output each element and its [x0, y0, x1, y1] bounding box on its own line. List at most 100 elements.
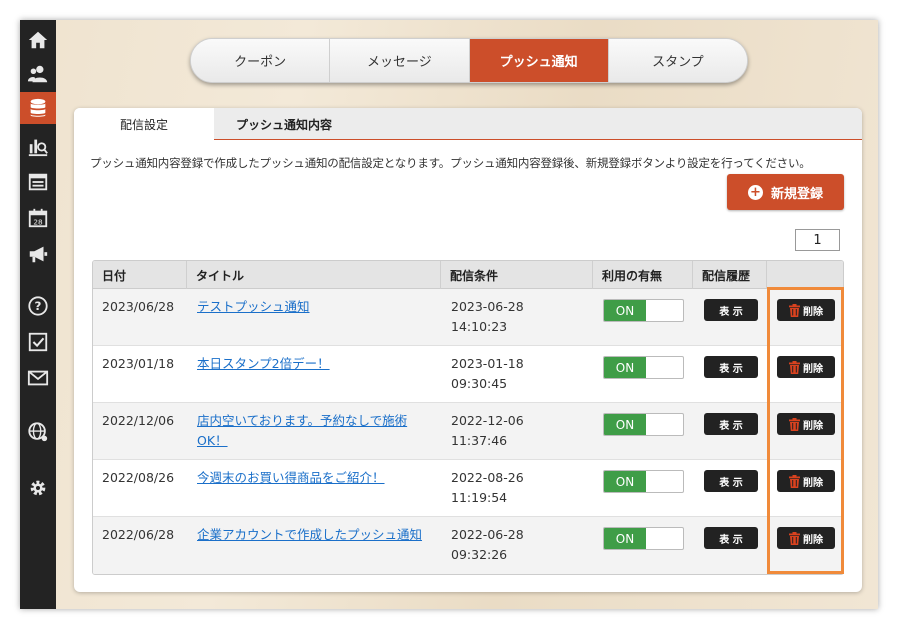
main-tabs: クーポン メッセージ プッシュ通知 スタンプ — [190, 38, 748, 83]
tab-coupon[interactable]: クーポン — [191, 39, 331, 82]
row-date: 2022/12/06 — [102, 413, 175, 428]
row-title-link[interactable]: 企業アカウントで作成したプッシュ通知 — [197, 527, 422, 542]
home-icon — [28, 31, 48, 49]
trash-icon — [789, 474, 800, 488]
sidebar-item-settings[interactable] — [20, 472, 56, 504]
row-title-link[interactable]: 本日スタンプ2倍デー！ — [197, 356, 330, 371]
globe-icon — [28, 422, 48, 442]
content-panel: 配信設定 プッシュ通知内容 プッシュ通知内容登録で作成したプッシュ通知の配信設定… — [74, 108, 862, 592]
sidebar-item-mail[interactable] — [20, 362, 56, 394]
tab-message[interactable]: メッセージ — [330, 39, 470, 82]
show-history-button[interactable]: 表 示 — [704, 527, 758, 549]
usage-toggle[interactable]: ON — [603, 527, 684, 550]
push-table: 日付 タイトル 配信条件 利用の有無 配信履歴 2023/06/28 テストプッ… — [92, 260, 844, 575]
header-usage: 利用の有無 — [593, 261, 693, 289]
new-register-label: 新規登録 — [770, 186, 823, 202]
row-title-link[interactable]: 今週末のお買い得商品をご紹介！ — [197, 470, 385, 485]
svg-text:28: 28 — [33, 217, 43, 226]
sidebar-item-news[interactable] — [20, 166, 56, 198]
table-row: 2023/06/28 テストプッシュ通知 2023-06-28 14:10:23 … — [93, 289, 843, 346]
new-register-button[interactable]: + 新規登録 — [727, 174, 844, 210]
row-condition: 2023-06-28 14:10:23 — [451, 299, 524, 334]
sidebar-item-analytics[interactable] — [20, 130, 56, 162]
sub-tabs: 配信設定 プッシュ通知内容 — [74, 108, 862, 140]
header-condition: 配信条件 — [441, 261, 593, 289]
delete-label: 削除 — [803, 420, 823, 432]
toggle-on-label: ON — [604, 471, 646, 492]
trash-icon — [789, 360, 800, 374]
delete-button[interactable]: 削除 — [777, 413, 835, 435]
row-title-link[interactable]: 店内空いております。予約なしで施術 OK！ — [197, 411, 407, 451]
trash-icon — [789, 417, 800, 431]
header-actions — [767, 261, 843, 289]
help-icon: ? — [28, 296, 48, 316]
sidebar-item-home[interactable] — [20, 24, 56, 56]
sidebar-item-help[interactable]: ? — [20, 290, 56, 322]
toggle-on-label: ON — [604, 528, 646, 549]
row-condition: 2022-12-06 11:37:46 — [451, 413, 524, 448]
delete-label: 削除 — [803, 363, 823, 375]
toggle-on-label: ON — [604, 300, 646, 321]
show-history-button[interactable]: 表 示 — [704, 299, 758, 321]
table-row: 2022/12/06 店内空いております。予約なしで施術 OK！ 2022-12-… — [93, 403, 843, 460]
trash-icon — [789, 303, 800, 317]
megaphone-icon — [29, 246, 48, 263]
sidebar-item-megaphone[interactable] — [20, 238, 56, 270]
sidebar-item-globe[interactable] — [20, 416, 56, 448]
sidebar-item-calendar[interactable]: 28 — [20, 202, 56, 234]
sidebar: 28 ? — [20, 20, 56, 609]
sidebar-item-users[interactable] — [20, 58, 56, 90]
calendar-icon: 28 — [28, 208, 48, 228]
plus-circle-icon: + — [747, 184, 763, 200]
toggle-on-label: ON — [604, 414, 646, 435]
gear-icon — [30, 480, 46, 496]
mail-icon — [27, 370, 49, 386]
table-row: 2022/08/26 今週末のお買い得商品をご紹介！ 2022-08-26 11:… — [93, 460, 843, 517]
header-history: 配信履歴 — [693, 261, 767, 289]
news-icon — [28, 173, 48, 191]
show-history-button[interactable]: 表 示 — [704, 356, 758, 378]
tab-stamp[interactable]: スタンプ — [608, 39, 747, 82]
row-title-link[interactable]: テストプッシュ通知 — [197, 299, 310, 314]
delete-label: 削除 — [803, 306, 823, 318]
subtab-delivery-settings[interactable]: 配信設定 — [74, 108, 214, 140]
analytics-icon — [28, 139, 48, 157]
delete-button[interactable]: 削除 — [777, 470, 835, 492]
users-icon — [27, 65, 48, 83]
app-frame: 28 ? クーポン メッセージ プッシュ通知 スタンプ 配信設定 プッシュ通知内… — [20, 20, 878, 609]
database-icon — [30, 98, 46, 117]
usage-toggle[interactable]: ON — [603, 413, 684, 436]
delete-button[interactable]: 削除 — [777, 356, 835, 378]
row-condition: 2023-01-18 09:30:45 — [451, 356, 524, 391]
delete-button[interactable]: 削除 — [777, 299, 835, 321]
delete-label: 削除 — [803, 477, 823, 489]
row-date: 2023/06/28 — [102, 299, 175, 314]
page-number[interactable]: 1 — [795, 229, 840, 251]
description-text: プッシュ通知内容登録で作成したプッシュ通知の配信設定となります。プッシュ通知内容… — [90, 156, 811, 170]
show-history-button[interactable]: 表 示 — [704, 470, 758, 492]
usage-toggle[interactable]: ON — [603, 299, 684, 322]
sidebar-item-database[interactable] — [20, 92, 56, 124]
table-row: 2022/06/28 企業アカウントで作成したプッシュ通知 2022-06-28… — [93, 517, 843, 574]
delete-label: 削除 — [803, 534, 823, 546]
usage-toggle[interactable]: ON — [603, 470, 684, 493]
header-date: 日付 — [93, 261, 187, 289]
subtab-push-content[interactable]: プッシュ通知内容 — [214, 108, 354, 140]
row-condition: 2022-08-26 11:19:54 — [451, 470, 524, 505]
checkbox-icon — [28, 332, 48, 352]
row-condition: 2022-06-28 09:32:26 — [451, 527, 524, 562]
delete-button[interactable]: 削除 — [777, 527, 835, 549]
header-title: タイトル — [187, 261, 441, 289]
sidebar-item-checkbox[interactable] — [20, 326, 56, 358]
toggle-on-label: ON — [604, 357, 646, 378]
tab-push-notification[interactable]: プッシュ通知 — [469, 39, 609, 82]
show-history-button[interactable]: 表 示 — [704, 413, 758, 435]
trash-icon — [789, 531, 800, 545]
usage-toggle[interactable]: ON — [603, 356, 684, 379]
table-row: 2023/01/18 本日スタンプ2倍デー！ 2023-01-18 09:30:4… — [93, 346, 843, 403]
row-date: 2022/06/28 — [102, 527, 175, 542]
row-date: 2023/01/18 — [102, 356, 175, 371]
svg-text:?: ? — [35, 299, 42, 313]
row-date: 2022/08/26 — [102, 470, 175, 485]
table-header: 日付 タイトル 配信条件 利用の有無 配信履歴 — [93, 261, 843, 289]
